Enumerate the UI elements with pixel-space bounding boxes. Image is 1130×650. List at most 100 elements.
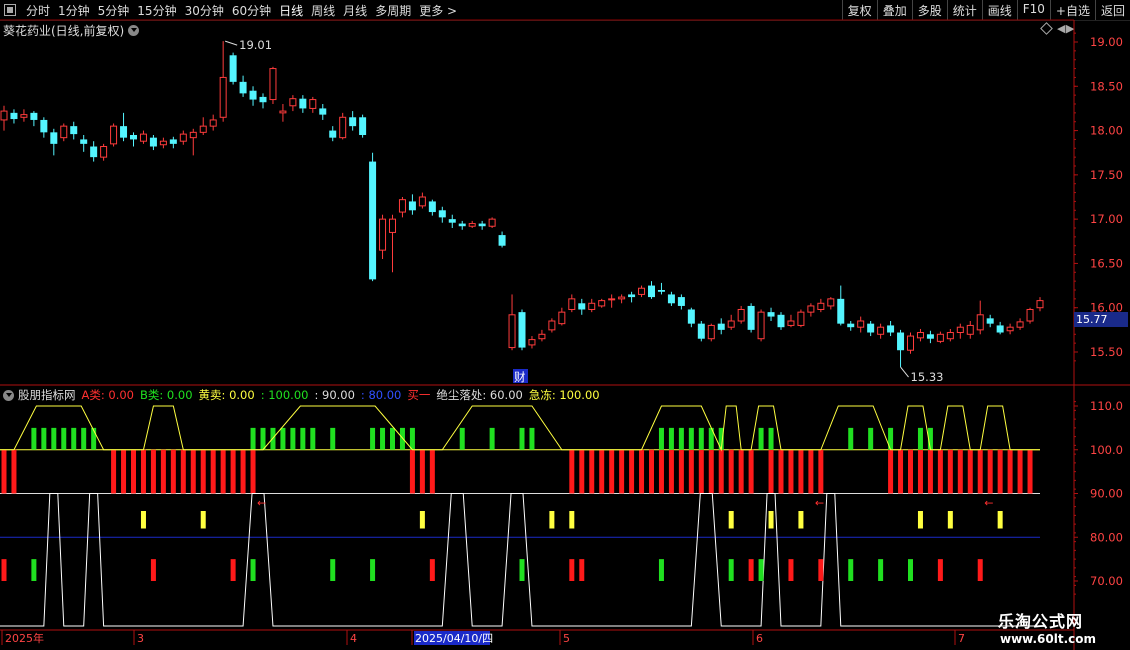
green-bar <box>390 427 395 450</box>
candle-body <box>946 332 954 340</box>
price-chart[interactable]: 19.0018.5018.0017.5017.0016.5016.0015.50… <box>0 0 1130 650</box>
candle-body <box>568 298 576 310</box>
red-bar <box>409 449 415 494</box>
candle-body <box>229 55 237 82</box>
red-bar <box>778 449 784 494</box>
red-bar <box>220 449 226 494</box>
red-mark <box>937 559 943 581</box>
red-bar <box>768 449 774 494</box>
candle-body <box>189 131 197 139</box>
candle-body <box>20 114 28 118</box>
candle-body <box>618 296 626 300</box>
green-mark <box>848 559 854 581</box>
red-bar <box>629 449 635 494</box>
red-bar <box>927 449 933 494</box>
candle-body <box>907 335 914 351</box>
green-bar <box>758 427 764 450</box>
candle-body <box>897 332 905 351</box>
red-bar <box>609 449 615 494</box>
green-bar <box>489 427 495 450</box>
indicator-value-1: B类: 0.00 <box>140 388 193 402</box>
red-bar <box>589 449 595 494</box>
candle-body <box>289 98 297 107</box>
price-label: 18.00 <box>1090 124 1123 138</box>
red-bar <box>160 449 166 494</box>
price-label: 19.00 <box>1090 35 1123 49</box>
candle-body <box>926 334 934 339</box>
red-bar <box>131 449 136 494</box>
price-label: 15.50 <box>1090 345 1123 359</box>
green-bar <box>260 427 266 450</box>
candle-body <box>887 325 895 333</box>
candle-body <box>667 294 675 304</box>
watermark-title: 乐淘公式网 <box>998 612 1084 631</box>
indicator-name: 股朋指标网 <box>18 388 76 402</box>
price-label: 17.00 <box>1090 212 1123 226</box>
candle-body <box>329 130 337 138</box>
candle-body <box>219 76 227 118</box>
red-bar <box>888 449 894 494</box>
candle-body <box>837 298 845 324</box>
green-bar <box>330 427 336 450</box>
candle-body <box>986 318 994 324</box>
red-bar <box>599 449 605 494</box>
candle-body <box>687 309 695 324</box>
candle-body <box>528 339 536 346</box>
candle-body <box>737 308 745 322</box>
candle-body <box>936 333 944 342</box>
date-label: 2025/04/10/四 <box>415 632 493 645</box>
red-bar <box>419 449 425 494</box>
candle-body <box>877 326 885 335</box>
red-mark <box>818 559 824 581</box>
candle-body <box>239 81 247 94</box>
candle-body <box>538 333 546 340</box>
ind-label: 70.00 <box>1090 574 1123 588</box>
green-mark <box>908 559 913 581</box>
red-bar <box>429 449 435 494</box>
candle-body <box>638 287 646 295</box>
candle-body <box>757 311 765 340</box>
indicator-title: 股朋指标网 A类: 0.00 B类: 0.00 黄卖: 0.00: 100.00: … <box>3 387 606 403</box>
watermark-url: www.60lt.com <box>1000 632 1097 646</box>
candle-body <box>389 218 396 233</box>
green-mark <box>728 559 734 581</box>
yellow-mark <box>768 511 774 529</box>
yellow-mark <box>200 511 206 529</box>
red-mark <box>977 559 983 581</box>
green-bar <box>250 427 256 450</box>
red-bar <box>898 449 904 494</box>
candle-body <box>159 140 167 146</box>
candle-body <box>100 146 108 158</box>
green-mark <box>878 559 884 581</box>
red-bar <box>1017 449 1023 494</box>
candle-body <box>0 110 8 121</box>
candle-body <box>827 298 835 307</box>
candle-body <box>50 132 58 144</box>
green-bar <box>81 427 87 450</box>
red-bar <box>210 449 216 494</box>
candle-body <box>359 117 367 135</box>
candle-body <box>677 297 685 306</box>
chevron-down-icon[interactable] <box>3 389 14 401</box>
candle-body <box>279 110 287 114</box>
green-bar <box>280 427 286 450</box>
red-mark <box>1 559 7 581</box>
yellow-mark <box>569 511 575 529</box>
red-bar <box>649 449 654 494</box>
red-bar <box>748 449 754 494</box>
candle-body <box>259 96 267 103</box>
low-price-label: 15.33 <box>911 370 944 384</box>
candle-body <box>319 108 327 115</box>
candle-body <box>847 323 855 328</box>
green-mark <box>758 559 764 581</box>
red-bar <box>917 449 923 494</box>
candle-body <box>648 285 655 298</box>
green-bar <box>380 427 386 450</box>
candle-body <box>1036 300 1044 309</box>
high-marker-line <box>224 40 238 46</box>
current-price-tag: 15.77 <box>1074 312 1128 327</box>
red-mark <box>788 559 794 581</box>
candle-body <box>369 161 377 280</box>
green-bar <box>310 427 316 450</box>
price-label: 17.50 <box>1090 168 1123 182</box>
